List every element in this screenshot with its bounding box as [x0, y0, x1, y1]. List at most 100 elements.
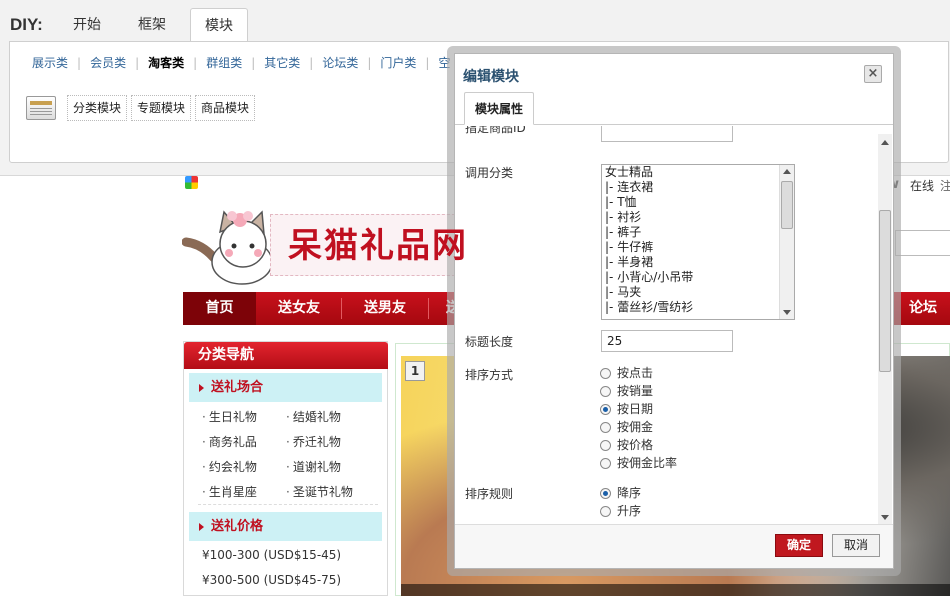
- sort-by-option[interactable]: 按佣金比率: [600, 456, 677, 470]
- category-forum[interactable]: 论坛类: [318, 56, 362, 70]
- title-length-input[interactable]: 25: [601, 330, 733, 352]
- occasion-birthday[interactable]: 生日礼物: [202, 408, 257, 425]
- sort-rule-option[interactable]: 升序: [600, 504, 641, 518]
- scroll-down-icon[interactable]: [881, 515, 889, 520]
- radio-icon[interactable]: [600, 488, 611, 499]
- occasion-business[interactable]: 商务礼品: [202, 433, 257, 450]
- occasion-dating[interactable]: 约会礼物: [202, 458, 257, 475]
- price-heading[interactable]: 送礼价格: [189, 512, 382, 541]
- scroll-thumb[interactable]: [879, 210, 891, 372]
- sort-by-option[interactable]: 按日期: [600, 402, 653, 416]
- radio-icon[interactable]: [600, 368, 611, 379]
- banner-slide-number[interactable]: 1: [405, 361, 425, 381]
- module-topic-button[interactable]: 专题模块: [131, 95, 192, 121]
- sort-rule-label: 排序规则: [465, 487, 514, 501]
- category-option[interactable]: 女士精品: [602, 165, 794, 180]
- favicon-icon: [185, 176, 198, 189]
- sort-by-label: 排序方式: [465, 368, 514, 382]
- category-option[interactable]: |- 衬衫: [602, 210, 794, 225]
- sort-rule-option[interactable]: 降序: [600, 486, 641, 500]
- category-display[interactable]: 展示类: [28, 56, 72, 70]
- nav-for-girlfriend[interactable]: 送女友: [257, 292, 341, 325]
- sort-by-option-label: 按佣金: [617, 420, 654, 434]
- sort-rule-option-label: 降序: [617, 486, 642, 500]
- dialog-tabbar: 模块属性: [455, 92, 893, 125]
- edit-module-dialog: 编辑模块 × 模块属性 指定商品ID 调用分类 女士精品 |- 连衣裙 |- T…: [454, 53, 894, 569]
- scroll-thumb[interactable]: [781, 181, 793, 229]
- tab-frame[interactable]: 框架: [124, 8, 180, 42]
- occasion-heading[interactable]: 送礼场合: [189, 373, 382, 402]
- site-search-input[interactable]: [895, 230, 950, 256]
- sort-by-option[interactable]: 按价格: [600, 438, 653, 452]
- banner-caption-bar: [401, 584, 950, 596]
- module-card-icon: [26, 96, 56, 120]
- category-other[interactable]: 其它类: [260, 56, 304, 70]
- radio-icon[interactable]: [600, 440, 611, 451]
- confirm-button[interactable]: 确定: [775, 534, 823, 557]
- nav-home[interactable]: 首页: [183, 292, 256, 325]
- radio-icon[interactable]: [600, 404, 611, 415]
- category-nav-box: 分类导航 送礼场合 生日礼物 结婚礼物 商务礼品 乔迁礼物 约会礼物 道谢礼物 …: [183, 341, 388, 596]
- sort-by-option[interactable]: 按佣金: [600, 420, 653, 434]
- sort-by-option[interactable]: 按点击: [600, 366, 653, 380]
- sort-by-option-label: 按点击: [617, 366, 654, 380]
- diy-label: DIY:: [10, 15, 43, 34]
- tab-start[interactable]: 开始: [59, 8, 115, 42]
- category-option[interactable]: |- T恤: [602, 195, 794, 210]
- category-taoke[interactable]: 淘客类: [144, 56, 188, 70]
- module-product-button[interactable]: 商品模块: [195, 95, 256, 121]
- occasion-zodiac[interactable]: 生肖星座: [202, 483, 257, 500]
- listbox-scrollbar[interactable]: [779, 165, 794, 319]
- radio-icon[interactable]: [600, 506, 611, 517]
- register-link[interactable]: 注: [940, 177, 950, 194]
- sort-by-option-label: 按日期: [617, 402, 654, 416]
- tab-module-properties[interactable]: 模块属性: [464, 92, 535, 125]
- tab-module[interactable]: 模块: [190, 8, 248, 43]
- occasion-christmas[interactable]: 圣诞节礼物: [286, 483, 353, 500]
- site-logo-text[interactable]: 呆猫礼品网: [288, 218, 468, 267]
- nav-forum[interactable]: 论坛: [898, 292, 948, 325]
- occasion-wedding[interactable]: 结婚礼物: [286, 408, 341, 425]
- occasion-thanks[interactable]: 道谢礼物: [286, 458, 341, 475]
- radio-icon[interactable]: [600, 422, 611, 433]
- sort-rule-option-label: 升序: [617, 504, 642, 518]
- product-id-input[interactable]: [601, 126, 733, 142]
- radio-icon[interactable]: [600, 458, 611, 469]
- category-option[interactable]: |- 小背心/小吊带: [602, 270, 794, 285]
- price-range-2[interactable]: ¥300-500 (USD$45-75): [202, 573, 341, 587]
- title-length-label: 标题长度: [465, 335, 514, 349]
- scroll-down-icon[interactable]: [783, 310, 791, 315]
- product-id-label: 指定商品ID: [465, 126, 526, 135]
- nav-for-boyfriend[interactable]: 送男友: [343, 292, 427, 325]
- category-option[interactable]: |- 蕾丝衫/雪纺衫: [602, 300, 794, 315]
- sort-by-option-label: 按佣金比率: [617, 456, 678, 470]
- price-range-1[interactable]: ¥100-300 (USD$15-45): [202, 548, 341, 562]
- radio-icon[interactable]: [600, 386, 611, 397]
- module-category-button[interactable]: 分类模块: [67, 95, 128, 121]
- sort-by-option-label: 按价格: [617, 438, 654, 452]
- category-option[interactable]: |- 牛仔裤: [602, 240, 794, 255]
- category-option[interactable]: |- 连衣裙: [602, 180, 794, 195]
- dialog-title: 编辑模块: [463, 69, 519, 85]
- close-icon[interactable]: ×: [864, 65, 882, 83]
- module-category-row: 展示类 | 会员类 | 淘客类 | 群组类 | 其它类 | 论坛类 | 门户类 | 空: [28, 54, 454, 71]
- category-option[interactable]: |- 半身裙: [602, 255, 794, 270]
- category-option[interactable]: |- 马夹: [602, 285, 794, 300]
- category-group[interactable]: 群组类: [202, 56, 246, 70]
- sort-by-option[interactable]: 按销量: [600, 384, 653, 398]
- category-member[interactable]: 会员类: [86, 56, 130, 70]
- dialog-form-area: 指定商品ID 调用分类 女士精品 |- 连衣裙 |- T恤 |- 衬衫 |- 裤…: [455, 126, 893, 524]
- scroll-up-icon[interactable]: [783, 169, 791, 174]
- category-nav-title: 分类导航: [184, 342, 388, 369]
- occasion-housewarming[interactable]: 乔迁礼物: [286, 433, 341, 450]
- sort-by-option-label: 按销量: [617, 384, 654, 398]
- category-portal[interactable]: 门户类: [376, 56, 420, 70]
- category-label: 调用分类: [465, 166, 514, 180]
- category-option[interactable]: |- 裤子: [602, 225, 794, 240]
- online-link[interactable]: 在线: [910, 177, 934, 194]
- scroll-up-icon[interactable]: [881, 140, 889, 145]
- category-listbox[interactable]: 女士精品 |- 连衣裙 |- T恤 |- 衬衫 |- 裤子 |- 牛仔裤 |- …: [601, 164, 795, 320]
- cat-logo-icon: [182, 210, 273, 285]
- cancel-button[interactable]: 取消: [832, 534, 880, 557]
- dialog-scrollbar[interactable]: [878, 134, 892, 524]
